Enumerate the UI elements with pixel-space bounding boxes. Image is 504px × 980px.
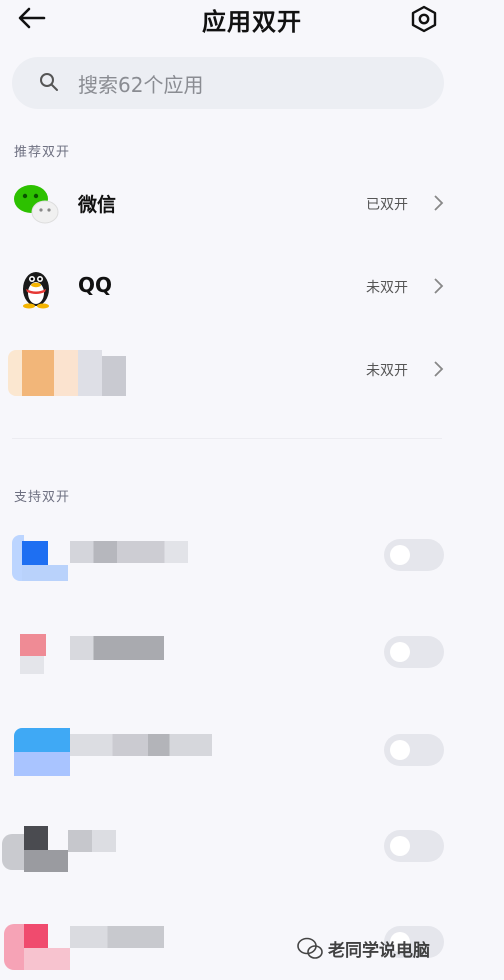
blurred-app-icon <box>4 924 70 970</box>
blurred-app-name <box>68 830 116 852</box>
gear-icon[interactable] <box>408 4 440 34</box>
toggle-knob <box>390 545 410 565</box>
dual-open-toggle[interactable] <box>384 734 444 766</box>
dual-status: 已双开 <box>366 197 408 213</box>
blurred-app-name <box>70 734 212 756</box>
app-row-wechat[interactable]: 微信 已双开 <box>0 164 504 244</box>
search-placeholder: 搜索62个应用 <box>78 73 204 97</box>
supported-app-row <box>0 610 504 690</box>
dual-open-toggle[interactable] <box>384 539 444 571</box>
blurred-app-icon <box>20 628 46 674</box>
header: 应用双开 <box>0 0 504 40</box>
blurred-app-name <box>70 926 164 948</box>
blurred-app-icon <box>12 535 68 581</box>
blurred-app-icon <box>14 728 70 776</box>
app-row-blurred[interactable]: 未双开 <box>0 330 504 410</box>
chevron-right-icon <box>434 195 444 211</box>
supported-app-row <box>0 515 504 595</box>
blurred-app-icon <box>2 826 68 874</box>
chevron-right-icon <box>434 278 444 294</box>
blurred-app-name <box>70 541 188 563</box>
watermark-icon <box>297 937 323 959</box>
wechat-icon <box>14 185 59 224</box>
toggle-knob <box>390 740 410 760</box>
chevron-right-icon <box>434 361 444 377</box>
dual-status: 未双开 <box>366 363 408 379</box>
watermark-text: 老同学说电脑 <box>328 941 430 961</box>
dual-open-toggle[interactable] <box>384 830 444 862</box>
blurred-app-icon <box>8 350 126 396</box>
section-supported-label: 支持双开 <box>14 490 71 505</box>
app-row-qq[interactable]: QQ 未双开 <box>0 247 504 327</box>
section-recommended-label: 推荐双开 <box>14 145 71 160</box>
dual-status: 未双开 <box>366 280 408 296</box>
toggle-knob <box>390 642 410 662</box>
qq-penguin-icon <box>23 272 49 309</box>
section-divider <box>12 438 442 439</box>
supported-app-row <box>0 706 504 786</box>
app-name: QQ <box>78 273 113 297</box>
app-name: 微信 <box>78 194 117 216</box>
supported-app-row <box>0 804 504 884</box>
dual-open-toggle[interactable] <box>384 636 444 668</box>
toggle-knob <box>390 836 410 856</box>
search-input[interactable]: 搜索62个应用 <box>12 57 444 109</box>
blurred-app-name <box>70 636 164 660</box>
search-icon <box>40 73 58 91</box>
